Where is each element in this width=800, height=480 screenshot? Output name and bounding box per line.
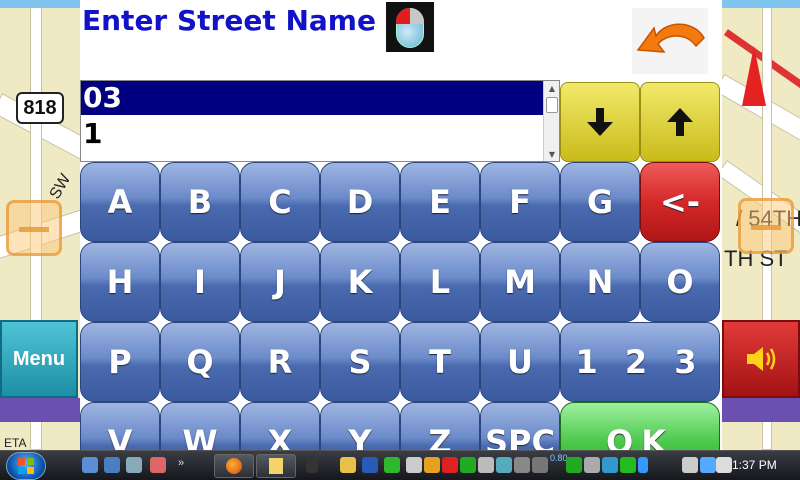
key-i[interactable]: I <box>160 242 240 322</box>
tray-battery-text: 0.80 <box>550 453 568 463</box>
volume-button[interactable] <box>722 320 800 398</box>
back-button[interactable] <box>632 8 708 74</box>
key-f[interactable]: F <box>480 162 560 242</box>
list-item[interactable]: 03 <box>81 81 543 115</box>
scroll-thumb[interactable] <box>546 97 558 113</box>
key-u[interactable]: U <box>480 322 560 402</box>
scroll-down-button[interactable] <box>560 82 640 162</box>
key-c[interactable]: C <box>240 162 320 242</box>
key-n[interactable]: N <box>560 242 640 322</box>
tray-battery-icon[interactable] <box>384 457 400 473</box>
show-desktop-icon[interactable] <box>82 457 98 473</box>
key-l[interactable]: L <box>400 242 480 322</box>
key-p[interactable]: P <box>80 322 160 402</box>
tray-icon[interactable] <box>532 457 548 473</box>
taskbar: » 0.80 1:37 PM <box>0 450 800 480</box>
tray-icon[interactable] <box>566 457 582 473</box>
tray-icon[interactable] <box>406 457 422 473</box>
quicklaunch-icon[interactable] <box>126 457 142 473</box>
menu-button[interactable]: Menu <box>0 320 78 398</box>
tray-icon[interactable] <box>602 457 618 473</box>
arrow-down-icon <box>587 108 613 136</box>
taskbar-scroll-icon[interactable] <box>306 457 318 473</box>
tray-icon[interactable] <box>584 457 600 473</box>
key-a[interactable]: A <box>80 162 160 242</box>
key-w[interactable]: W <box>160 402 240 450</box>
key-e[interactable]: E <box>400 162 480 242</box>
zoom-in-button[interactable] <box>738 198 794 254</box>
eta-label: ETA <box>4 436 27 450</box>
key-j[interactable]: J <box>240 242 320 322</box>
key-q[interactable]: Q <box>160 322 240 402</box>
key-b[interactable]: B <box>160 162 240 242</box>
tray-icon[interactable] <box>478 457 494 473</box>
quicklaunch-icon[interactable] <box>150 457 166 473</box>
firefox-icon <box>226 458 242 474</box>
key-t[interactable]: T <box>400 322 480 402</box>
map-road-label: SW <box>46 171 75 203</box>
key-o[interactable]: O <box>640 242 720 322</box>
scroll-up-button[interactable] <box>640 82 720 162</box>
map-water <box>0 0 80 8</box>
key-x[interactable]: X <box>240 402 320 450</box>
map-water <box>722 0 800 8</box>
tray-mail-icon[interactable] <box>340 457 356 473</box>
volume-tray-icon[interactable] <box>716 457 732 473</box>
folder-task[interactable] <box>256 454 296 478</box>
clock[interactable]: 1:37 PM <box>732 458 777 472</box>
key-s[interactable]: S <box>320 322 400 402</box>
street-results-list[interactable]: 03 1 ▲ ▼ <box>80 80 560 162</box>
quicklaunch-overflow[interactable]: » <box>178 457 184 469</box>
start-button[interactable] <box>6 452 46 480</box>
bluetooth-icon[interactable] <box>638 457 648 473</box>
page-title: Enter Street Name <box>82 4 376 37</box>
tray-icon[interactable] <box>460 457 476 473</box>
key-y[interactable]: Y <box>320 402 400 450</box>
folder-icon <box>269 458 283 474</box>
north-arrow-icon <box>742 46 766 106</box>
map-strip <box>722 398 800 422</box>
tray-icon[interactable] <box>442 457 458 473</box>
speaker-icon <box>747 347 776 371</box>
arrow-up-icon <box>667 108 693 136</box>
tray-icon[interactable] <box>496 457 512 473</box>
quicklaunch-icon[interactable] <box>104 457 120 473</box>
tray-icon[interactable] <box>424 457 440 473</box>
key-r[interactable]: R <box>240 322 320 402</box>
mouse-icon <box>386 2 434 52</box>
backspace-button[interactable]: <- <box>640 162 720 242</box>
firefox-task[interactable] <box>214 454 254 478</box>
tray-icon[interactable] <box>514 457 530 473</box>
undo-arrow-icon <box>636 23 705 53</box>
space-button[interactable]: SPC <box>480 402 560 450</box>
network-icon[interactable] <box>700 457 716 473</box>
enter-street-dialog: Enter Street Name 03 1 ▲ ▼ A B C D E F G… <box>80 0 722 450</box>
tray-icon[interactable] <box>620 457 636 473</box>
list-scrollbar[interactable]: ▲ ▼ <box>543 81 559 161</box>
map-strip <box>0 398 80 422</box>
list-item[interactable]: 1 <box>81 117 543 151</box>
key-h[interactable]: H <box>80 242 160 322</box>
scroll-up-icon[interactable]: ▲ <box>544 81 560 95</box>
tray-icon[interactable] <box>682 457 698 473</box>
ok-button[interactable]: OK <box>560 402 720 450</box>
scroll-down-icon[interactable]: ▼ <box>544 147 560 161</box>
key-d[interactable]: D <box>320 162 400 242</box>
key-k[interactable]: K <box>320 242 400 322</box>
tray-save-icon[interactable] <box>362 457 378 473</box>
key-m[interactable]: M <box>480 242 560 322</box>
key-v[interactable]: V <box>80 402 160 450</box>
zoom-out-button[interactable] <box>6 200 62 256</box>
windows-start-icon <box>18 458 34 474</box>
key-z[interactable]: Z <box>400 402 480 450</box>
numeric-keyboard-button[interactable]: 1 2 3 <box>560 322 720 402</box>
route-shield: 818 <box>16 92 64 124</box>
key-g[interactable]: G <box>560 162 640 242</box>
